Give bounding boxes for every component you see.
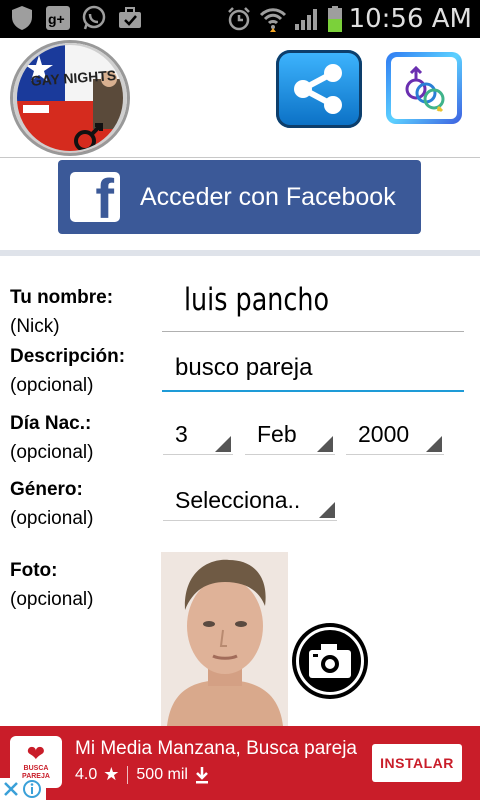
briefcase-icon <box>116 4 144 32</box>
dropdown-triangle-icon <box>317 436 333 452</box>
birth-year-spinner[interactable]: 2000 <box>346 415 444 455</box>
gender-label: Género: (opcional) <box>10 479 94 529</box>
ad-downloads: 500 mil <box>136 765 188 783</box>
alarm-icon <box>225 5 253 33</box>
adchoices[interactable] <box>0 778 46 800</box>
star-icon: ★ <box>103 764 120 784</box>
battery-icon <box>327 5 343 33</box>
description-label: Descripción: (opcional) <box>10 346 126 396</box>
download-icon <box>195 766 208 783</box>
share-button[interactable] <box>276 50 362 128</box>
info-icon[interactable] <box>22 779 42 799</box>
facebook-icon: f <box>70 172 120 222</box>
app-header: GAY NIGHTS <box>0 38 480 158</box>
shield-icon <box>8 4 36 32</box>
name-label: Tu nombre: (Nick) <box>10 287 114 337</box>
birth-label: Día Nac.: (opcional) <box>10 413 94 463</box>
ad-banner[interactable]: ❤ BUSCA PAREJA Mi Media Manzana, Busca p… <box>0 726 480 800</box>
close-icon[interactable] <box>2 780 20 798</box>
camera-icon <box>309 644 351 678</box>
share-icon <box>294 64 342 114</box>
gender-filter-button[interactable] <box>386 52 462 124</box>
facebook-login-label: Acceder con Facebook <box>140 182 396 211</box>
description-value: busco pareja <box>175 354 313 381</box>
facebook-login-area: f Acceder con Facebook <box>0 158 480 254</box>
birth-day-spinner[interactable]: 3 <box>163 415 233 455</box>
install-button[interactable]: INSTALAR <box>372 744 462 782</box>
name-value: luis pancho <box>184 282 330 318</box>
facebook-login-button[interactable]: f Acceder con Facebook <box>58 160 421 234</box>
ad-title: Mi Media Manzana, Busca pareja <box>75 738 357 759</box>
dropdown-triangle-icon <box>426 436 442 452</box>
ad-meta-divider <box>127 765 129 784</box>
camera-button[interactable] <box>292 623 368 699</box>
apple-heart-icon: ❤ <box>26 741 46 766</box>
svg-text:g+: g+ <box>48 11 65 27</box>
gender-spinner[interactable]: Selecciona.. <box>163 481 337 521</box>
profile-photo[interactable] <box>161 552 288 726</box>
wifi-icon <box>259 5 287 33</box>
signal-icon <box>293 5 321 33</box>
ad-rating: 4.0 <box>75 765 98 783</box>
dropdown-triangle-icon <box>215 436 231 452</box>
app-logo[interactable]: GAY NIGHTS <box>10 40 130 156</box>
google-plus-icon: g+ <box>44 4 72 32</box>
dropdown-triangle-icon <box>319 502 335 518</box>
photo-label: Foto: (opcional) <box>10 560 94 610</box>
gender-symbols-icon <box>405 65 445 113</box>
ad-meta: 4.0 ★ 500 mil <box>75 764 210 785</box>
status-bar: g+ 10:56 AM <box>0 0 480 38</box>
whatsapp-icon <box>80 4 108 32</box>
status-time: 10:56 AM <box>348 4 472 34</box>
birth-month-spinner[interactable]: Feb <box>245 415 335 455</box>
